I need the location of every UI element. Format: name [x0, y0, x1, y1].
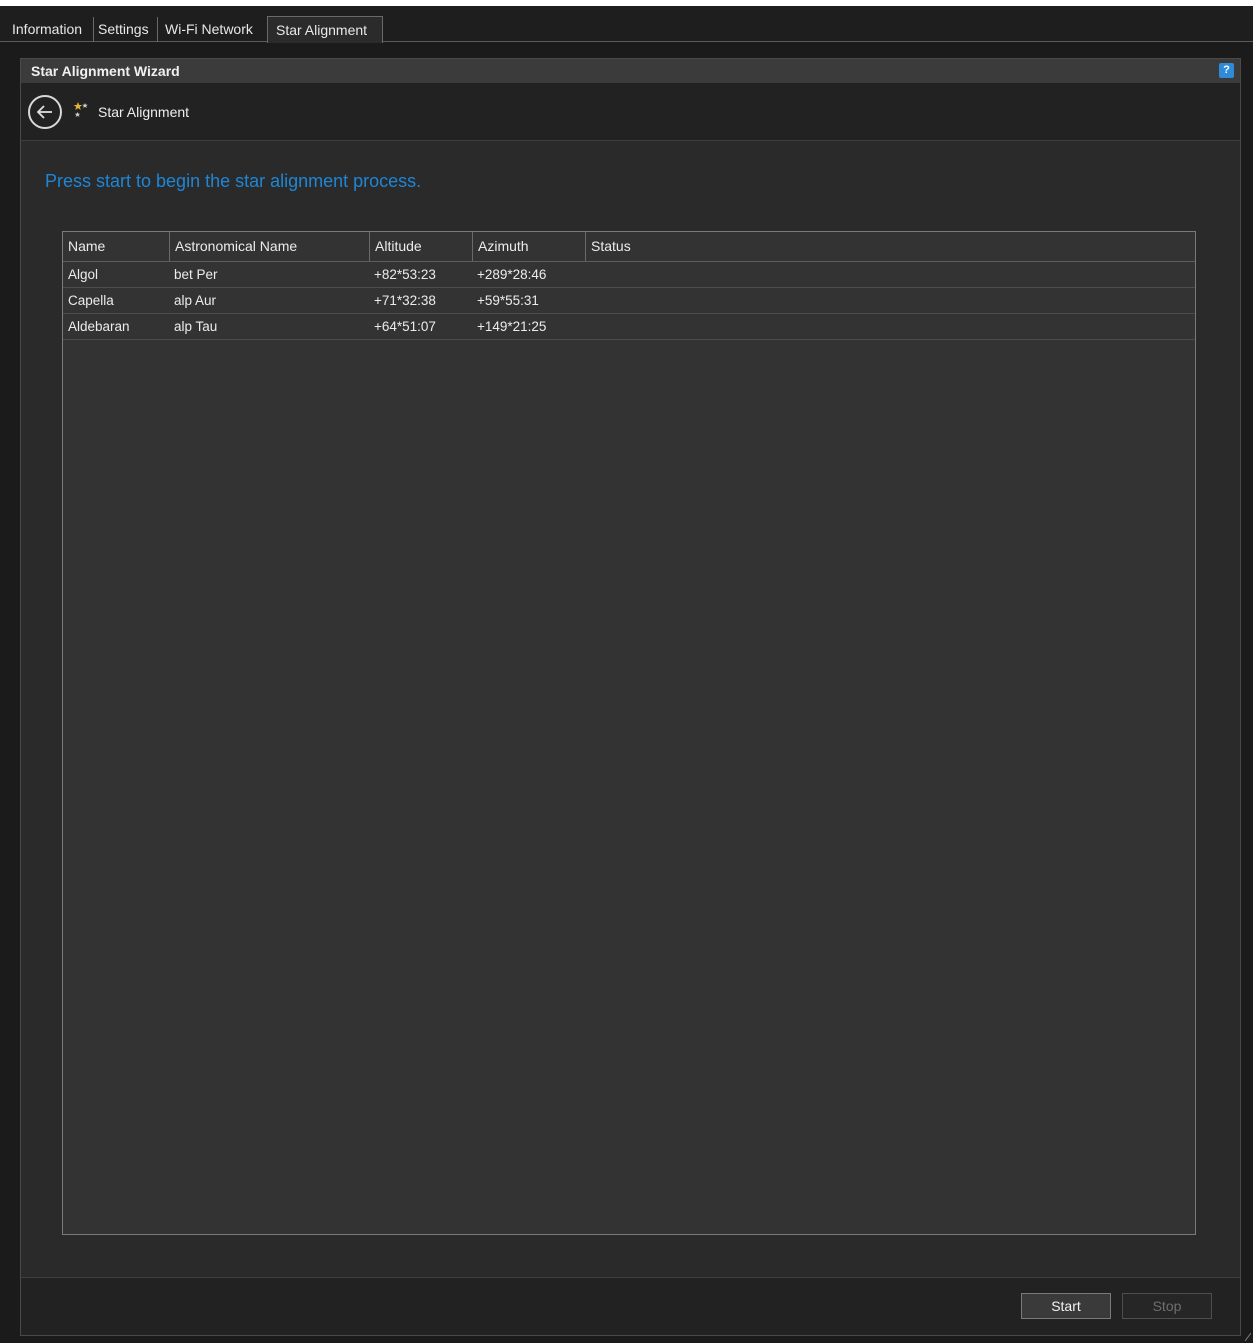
cell-azimuth: +149*21:25: [477, 319, 547, 334]
cell-name: Capella: [68, 293, 114, 308]
cell-altitude: +64*51:07: [374, 319, 436, 334]
cell-astronomical-name: alp Aur: [174, 293, 217, 308]
tab-settings[interactable]: Settings: [94, 17, 158, 42]
column-header-altitude[interactable]: Altitude: [369, 232, 472, 261]
column-header-azimuth[interactable]: Azimuth: [472, 232, 585, 261]
wizard-header: Star Alignment: [21, 83, 1240, 141]
cell-status: [585, 314, 885, 339]
tab-information[interactable]: Information: [8, 17, 94, 42]
tab-wifi-network[interactable]: Wi-Fi Network: [161, 17, 265, 42]
alignment-star-table[interactable]: Name Astronomical Name Altitude Azimuth …: [62, 231, 1196, 1235]
column-header-name[interactable]: Name: [63, 232, 169, 261]
table-header: Name Astronomical Name Altitude Azimuth …: [63, 232, 1195, 262]
stars-icon: [73, 102, 88, 117]
cell-astronomical-name: bet Per: [174, 267, 218, 282]
cell-status: [585, 262, 885, 287]
panel-title: Star Alignment Wizard: [31, 63, 180, 79]
back-button[interactable]: [28, 95, 62, 129]
cell-azimuth: +59*55:31: [477, 293, 539, 308]
help-icon[interactable]: ?: [1219, 63, 1234, 78]
column-header-astronomical-name[interactable]: Astronomical Name: [169, 232, 369, 261]
tab-star-alignment[interactable]: Star Alignment: [267, 16, 383, 43]
cell-astronomical-name: alp Tau: [174, 319, 218, 334]
column-header-status[interactable]: Status: [585, 232, 1195, 261]
wizard-footer: Start Stop: [21, 1277, 1240, 1335]
start-button[interactable]: Start: [1021, 1293, 1111, 1319]
cell-azimuth: +289*28:46: [477, 267, 547, 282]
cell-name: Aldebaran: [68, 319, 130, 334]
stop-button: Stop: [1122, 1293, 1212, 1319]
table-row[interactable]: Capella alp Aur +71*32:38 +59*55:31: [63, 288, 1195, 314]
cell-altitude: +71*32:38: [374, 293, 436, 308]
table-row[interactable]: Algol bet Per +82*53:23 +289*28:46: [63, 262, 1195, 288]
cell-status: [585, 288, 885, 313]
cell-altitude: +82*53:23: [374, 267, 436, 282]
cell-name: Algol: [68, 267, 99, 282]
wizard-panel: Star Alignment Wizard ? Star Alignment P…: [20, 58, 1241, 1336]
back-arrow-icon: [36, 105, 52, 119]
table-row[interactable]: Aldebaran alp Tau +64*51:07 +149*21:25: [63, 314, 1195, 340]
instruction-text: Press start to begin the star alignment …: [45, 171, 422, 191]
tab-bar: Information Settings Wi-Fi Network Star …: [0, 6, 1253, 43]
panel-title-bar: Star Alignment Wizard ?: [21, 59, 1240, 83]
wizard-step-title: Star Alignment: [98, 104, 190, 120]
resize-grip-icon[interactable]: [1245, 1333, 1251, 1341]
